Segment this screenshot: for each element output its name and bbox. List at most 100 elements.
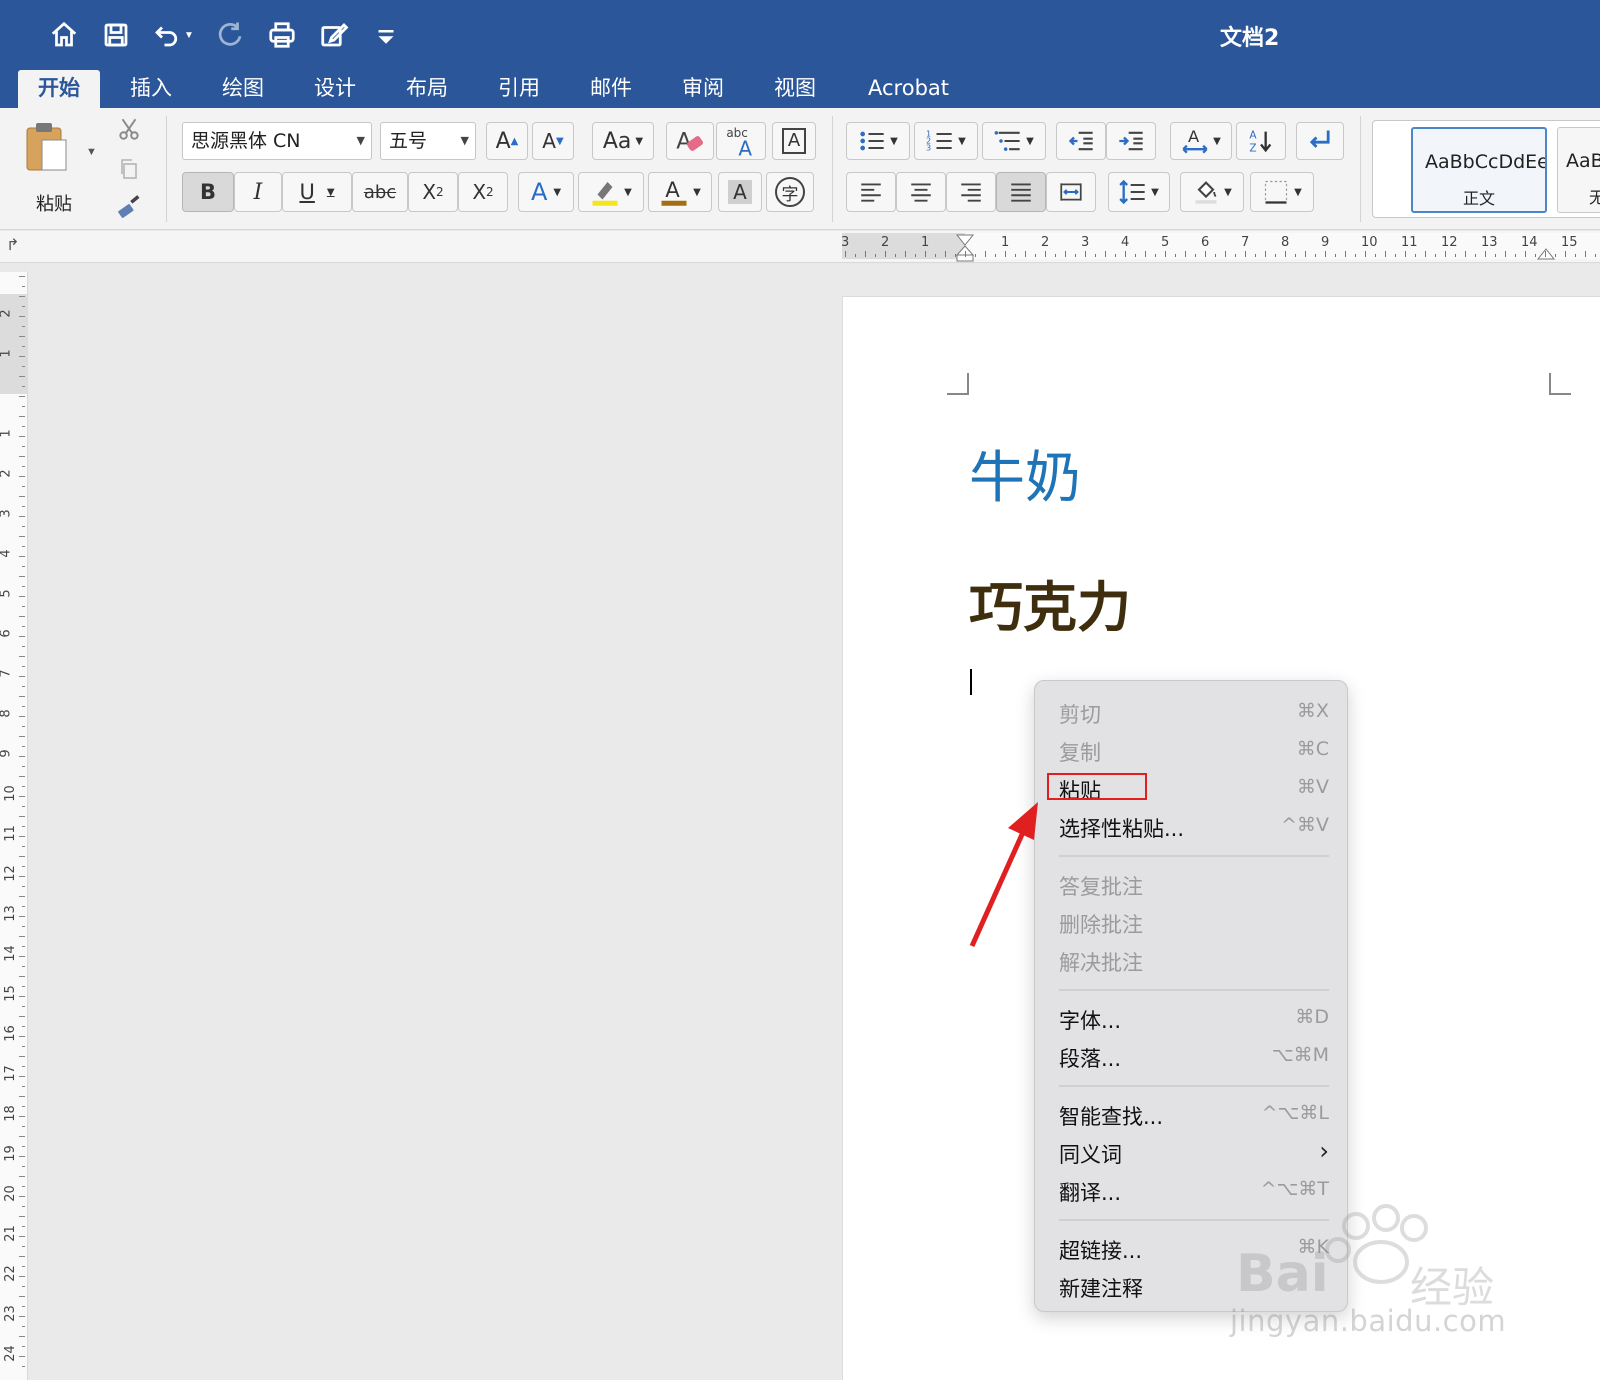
- clear-format-button[interactable]: A: [666, 122, 714, 160]
- ruler-number: 15: [2, 985, 18, 1002]
- ruler-tick: [935, 254, 936, 257]
- style-normal[interactable]: AaBbCcDdEe 正文: [1411, 127, 1547, 213]
- ruler-number: 11: [1401, 235, 1418, 250]
- tab-view[interactable]: 视图: [754, 70, 836, 108]
- menu-item-translate[interactable]: 翻译... ^⌥⌘T: [1059, 1173, 1329, 1209]
- shrink-font-button[interactable]: A ▼: [532, 122, 574, 160]
- ruler-tick: [19, 296, 25, 297]
- enclose-characters-button[interactable]: 字: [766, 172, 814, 212]
- ruler-tick: [22, 606, 25, 607]
- show-marks-button[interactable]: [1296, 122, 1344, 160]
- ruler-tick: [1165, 251, 1166, 257]
- tab-mailings[interactable]: 邮件: [570, 70, 652, 108]
- menu-item-copy[interactable]: 复制 ⌘C: [1059, 733, 1329, 769]
- phonetic-guide-button[interactable]: abc A: [716, 122, 766, 160]
- numbering-button[interactable]: 123 ▼: [914, 122, 978, 160]
- shading-button[interactable]: ▼: [1180, 172, 1244, 212]
- ruler-number: 12: [2, 865, 18, 882]
- font-color-button[interactable]: A ▼: [648, 172, 712, 212]
- svg-text:A: A: [1188, 127, 1200, 146]
- style-no-spacing[interactable]: AaBb 无: [1557, 127, 1600, 213]
- ruler-tick: [19, 336, 25, 337]
- menu-item-synonyms[interactable]: 同义词 ›: [1059, 1135, 1329, 1171]
- increase-indent-button[interactable]: [1106, 122, 1156, 160]
- tab-acrobat[interactable]: Acrobat: [848, 70, 969, 108]
- decrease-indent-button[interactable]: [1056, 122, 1106, 160]
- paste-dropdown-icon[interactable]: ▼: [86, 146, 97, 158]
- paste-highlight-box: [1047, 773, 1147, 800]
- sort-icon: AZ: [1249, 130, 1272, 155]
- tab-design[interactable]: 设计: [294, 70, 376, 108]
- ruler-number: 4: [0, 549, 14, 558]
- align-center-button[interactable]: [896, 172, 946, 212]
- ruler-tick: [1385, 251, 1386, 257]
- sort-button[interactable]: AZ: [1236, 122, 1286, 160]
- text-direction-button[interactable]: A ▼: [1170, 122, 1232, 160]
- cut-icon[interactable]: [114, 114, 144, 144]
- edit-icon[interactable]: [308, 14, 360, 56]
- indent-marker-icon[interactable]: [955, 233, 975, 263]
- align-left-button[interactable]: [846, 172, 896, 212]
- home-icon[interactable]: [38, 14, 90, 56]
- change-case-button[interactable]: Aa ▼: [592, 122, 654, 160]
- tab-review[interactable]: 审阅: [662, 70, 744, 108]
- align-right-button[interactable]: [946, 172, 996, 212]
- multilevel-list-button[interactable]: ▼: [982, 122, 1046, 160]
- tab-selector-icon[interactable]: ↱: [6, 235, 19, 255]
- ribbon-separator: [832, 116, 833, 222]
- tab-references[interactable]: 引用: [478, 70, 560, 108]
- underline-button[interactable]: U ▼: [282, 172, 352, 212]
- bullets-button[interactable]: ▼: [846, 122, 910, 160]
- ruler-tick: [22, 506, 25, 507]
- menu-item-paste-special[interactable]: 选择性粘贴... ^⌘V: [1059, 809, 1329, 845]
- strikethrough-button[interactable]: abc: [352, 172, 408, 212]
- menu-item-delete-comment[interactable]: 删除批注: [1059, 905, 1329, 941]
- menu-item-resolve-comment[interactable]: 解决批注: [1059, 943, 1329, 979]
- tab-insert[interactable]: 插入: [110, 70, 192, 108]
- customize-icon[interactable]: [360, 14, 412, 56]
- heading-2[interactable]: 巧克力: [969, 563, 1131, 642]
- tab-draw[interactable]: 绘图: [202, 70, 284, 108]
- ruler-number: 10: [1361, 235, 1378, 250]
- menu-item-smart-lookup[interactable]: 智能查找... ^⌥⌘L: [1059, 1097, 1329, 1133]
- character-border-button[interactable]: A: [772, 122, 816, 160]
- line-spacing-button[interactable]: ▼: [1108, 172, 1170, 212]
- justify-button[interactable]: [996, 172, 1046, 212]
- ruler-tick: [1445, 251, 1446, 257]
- borders-button[interactable]: ▼: [1250, 172, 1314, 212]
- ruler-tick: [22, 886, 25, 887]
- horizontal-ruler[interactable]: 3211234567891011121314151: [841, 233, 1600, 262]
- superscript-button[interactable]: X2: [458, 172, 508, 212]
- font-size-dropdown[interactable]: 五号 ▼: [380, 122, 476, 160]
- character-shading-button[interactable]: A: [718, 172, 762, 212]
- print-icon[interactable]: [256, 14, 308, 56]
- save-icon[interactable]: [90, 14, 142, 56]
- paste-button[interactable]: ▼ 粘贴: [18, 116, 98, 215]
- bold-button[interactable]: B: [182, 172, 234, 212]
- distributed-button[interactable]: [1046, 172, 1096, 212]
- highlight-button[interactable]: ▼: [578, 172, 644, 212]
- menu-item-reply-comment[interactable]: 答复批注: [1059, 867, 1329, 903]
- vertical-ruler[interactable]: 2 1 1 2 3 4 5 6 7 8 9 10 11 12 13 14 15 16 17 18 19 20 21 22 23 2…: [0, 272, 28, 1380]
- ruler-tick: [22, 1286, 25, 1287]
- ruler-tick: [22, 746, 25, 747]
- format-painter-icon[interactable]: [112, 192, 146, 222]
- subscript-button[interactable]: X2: [408, 172, 458, 212]
- menu-item-font[interactable]: 字体... ⌘D: [1059, 1001, 1329, 1037]
- undo-icon[interactable]: ▼: [142, 14, 204, 56]
- heading-1[interactable]: 牛奶: [969, 433, 1081, 514]
- text-effects-button[interactable]: A ▼: [518, 172, 574, 212]
- right-indent-marker-icon[interactable]: [1536, 241, 1556, 261]
- grow-font-button[interactable]: A ▲: [486, 122, 528, 160]
- menu-item-paragraph[interactable]: 段落... ⌥⌘M: [1059, 1039, 1329, 1075]
- ruler-tick: [19, 556, 25, 557]
- tab-layout[interactable]: 布局: [386, 70, 468, 108]
- font-name-dropdown[interactable]: 思源黑体 CN ▼: [182, 122, 372, 160]
- menu-item-cut[interactable]: 剪切 ⌘X: [1059, 695, 1329, 731]
- copy-icon[interactable]: [114, 154, 144, 184]
- redo-icon[interactable]: [204, 14, 256, 56]
- menu-separator: [1059, 1219, 1329, 1221]
- tab-home[interactable]: 开始: [18, 70, 100, 108]
- italic-button[interactable]: I: [234, 172, 282, 212]
- justify-icon: [1011, 183, 1031, 202]
